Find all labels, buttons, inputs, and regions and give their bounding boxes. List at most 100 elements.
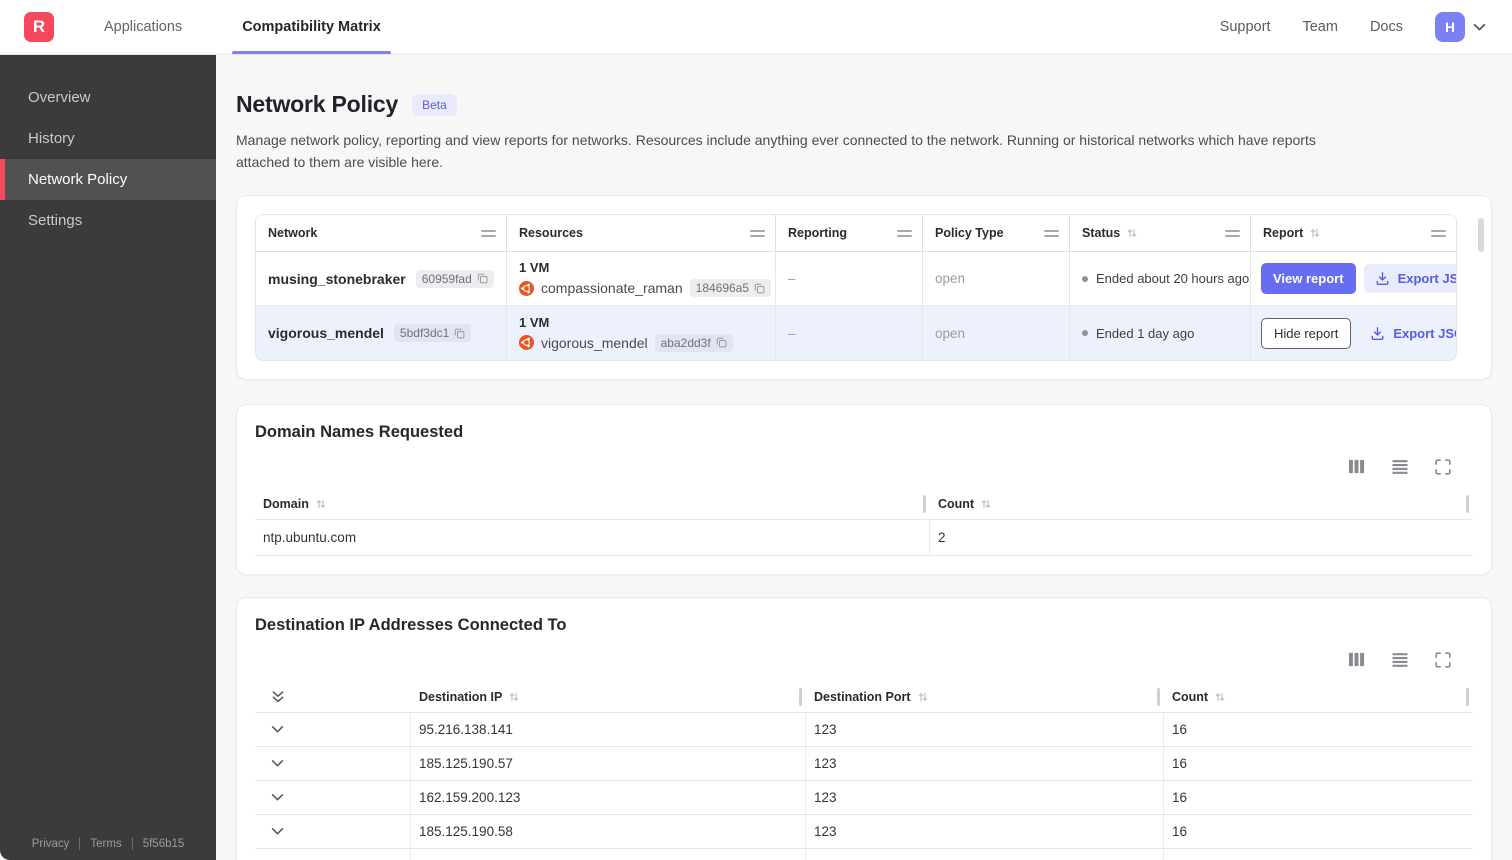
- chevron-down-icon[interactable]: [1473, 23, 1486, 32]
- card-title: Domain Names Requested: [255, 423, 464, 442]
- column-label: Destination IP: [419, 690, 503, 705]
- row-expander[interactable]: [255, 781, 411, 815]
- card-title: Destination IP Addresses Connected To: [255, 616, 567, 635]
- column-label: Destination Port: [814, 690, 911, 705]
- status-text: Ended 1 day ago: [1096, 325, 1195, 341]
- status-cell: Ended 1 day ago: [1070, 306, 1251, 361]
- row-expander[interactable]: [255, 815, 411, 849]
- brand-logo[interactable]: R: [24, 12, 54, 42]
- column-resize-handle[interactable]: [1466, 688, 1469, 707]
- view-report-button[interactable]: View report: [1261, 263, 1356, 295]
- status-dot: [1082, 275, 1088, 282]
- sidebar-item-settings[interactable]: Settings: [0, 200, 216, 241]
- footer-separator: [131, 837, 133, 850]
- count-cell: 16: [1172, 790, 1188, 806]
- download-icon: [1370, 326, 1385, 341]
- sidebar-item-network-policy[interactable]: Network Policy: [0, 159, 216, 200]
- sort-icon[interactable]: [1126, 227, 1138, 239]
- nav-link-team[interactable]: Team: [1302, 19, 1337, 35]
- fullscreen-icon[interactable]: [1435, 459, 1451, 475]
- column-resize-handle[interactable]: [1157, 688, 1160, 707]
- column-label: Resources: [519, 226, 583, 241]
- column-resize-handle[interactable]: [799, 688, 802, 707]
- destinations-card: Destination IP Addresses Connected To De…: [236, 597, 1492, 860]
- navbar-left: R Applications Compatibility Matrix: [0, 0, 391, 54]
- destination-row: 162.159.200.123 123 16: [255, 780, 1473, 815]
- build-id: 5f56b15: [142, 837, 185, 850]
- table-scrollbar[interactable]: [1478, 218, 1484, 253]
- domains-card: Domain Names Requested Domain Count ntp.…: [236, 404, 1492, 576]
- column-header-count[interactable]: Count: [930, 489, 1473, 519]
- rows-icon[interactable]: [1391, 458, 1409, 475]
- destinations-table-header: Destination IP Destination Port Count: [255, 682, 1473, 712]
- column-header-destination-port[interactable]: Destination Port: [806, 682, 1164, 712]
- nav-link-docs[interactable]: Docs: [1370, 19, 1403, 35]
- tab-applications[interactable]: Applications: [94, 0, 192, 54]
- column-resize-handle[interactable]: [1466, 495, 1469, 514]
- privacy-link[interactable]: Privacy: [32, 838, 70, 850]
- hide-report-button[interactable]: Hide report: [1261, 317, 1352, 349]
- page-description: Manage network policy, reporting and vie…: [236, 132, 1316, 170]
- column-drag-handle[interactable]: [750, 229, 765, 237]
- beta-badge: Beta: [412, 93, 457, 116]
- user-menu[interactable]: H: [1435, 12, 1486, 42]
- ubuntu-icon: [519, 335, 534, 351]
- sidebar-item-history[interactable]: History: [0, 118, 216, 159]
- column-drag-handle[interactable]: [1225, 229, 1240, 237]
- copy-icon[interactable]: [754, 283, 765, 294]
- sidebar-nav: Overview History Network Policy Settings: [0, 55, 216, 241]
- download-icon: [1375, 271, 1390, 286]
- resource-id-badge: aba2dd3f: [654, 333, 733, 352]
- column-label: Domain: [263, 497, 309, 512]
- columns-icon[interactable]: [1348, 651, 1365, 668]
- avatar[interactable]: H: [1435, 12, 1465, 42]
- column-drag-handle[interactable]: [1431, 229, 1446, 237]
- column-header-policy-type[interactable]: Policy Type: [923, 215, 1070, 252]
- copy-icon[interactable]: [716, 337, 727, 348]
- count-cell: 16: [1172, 722, 1188, 738]
- column-resize-handle[interactable]: [923, 495, 926, 514]
- column-header-network[interactable]: Network: [256, 215, 507, 252]
- column-header-status[interactable]: Status: [1070, 215, 1251, 252]
- column-header-resources[interactable]: Resources: [507, 215, 776, 252]
- column-header-count[interactable]: Count: [1164, 682, 1473, 712]
- sort-icon[interactable]: [917, 691, 929, 703]
- network-row: musing_stonebraker 60959fad 1 VM compass…: [256, 252, 1456, 307]
- row-expander[interactable]: [255, 713, 411, 747]
- double-chevron-down-icon[interactable]: [271, 690, 285, 704]
- column-drag-handle[interactable]: [897, 229, 912, 237]
- column-header-reporting[interactable]: Reporting: [776, 215, 923, 252]
- column-label: Reporting: [788, 226, 848, 241]
- count-cell: 16: [1172, 756, 1188, 772]
- export-json-button[interactable]: Export JSON: [1363, 264, 1456, 294]
- destination-port-cell: 123: [806, 781, 1164, 815]
- fullscreen-icon[interactable]: [1435, 652, 1451, 668]
- export-json-button[interactable]: Export JSON: [1359, 319, 1456, 348]
- networks-table: Network Resources Reporting Policy Type …: [255, 214, 1457, 362]
- copy-icon[interactable]: [454, 328, 465, 339]
- row-expander[interactable]: [255, 849, 411, 860]
- nav-link-support[interactable]: Support: [1220, 19, 1271, 35]
- column-drag-handle[interactable]: [481, 229, 496, 237]
- sort-icon[interactable]: [508, 691, 520, 703]
- column-header-domain[interactable]: Domain: [255, 489, 930, 519]
- columns-icon[interactable]: [1348, 458, 1365, 475]
- sort-icon[interactable]: [1214, 691, 1226, 703]
- sort-icon[interactable]: [980, 498, 992, 510]
- terms-link[interactable]: Terms: [90, 838, 121, 850]
- resource-name: compassionate_raman: [541, 280, 683, 297]
- sort-icon[interactable]: [315, 498, 327, 510]
- resources-cell: 1 VM vigorous_mendel aba2dd3f: [507, 306, 776, 361]
- column-drag-handle[interactable]: [1044, 229, 1059, 237]
- column-header-destination-ip[interactable]: Destination IP: [411, 682, 806, 712]
- copy-icon[interactable]: [477, 273, 488, 284]
- column-label: Status: [1082, 226, 1121, 241]
- sort-icon[interactable]: [1309, 227, 1321, 239]
- destination-port-cell: 123: [806, 747, 1164, 781]
- tab-compatibility-matrix[interactable]: Compatibility Matrix: [232, 0, 391, 54]
- row-expander[interactable]: [255, 747, 411, 781]
- rows-icon[interactable]: [1391, 651, 1409, 668]
- footer-separator: [79, 837, 81, 850]
- column-header-report[interactable]: Report: [1251, 215, 1456, 251]
- sidebar-item-overview[interactable]: Overview: [0, 77, 216, 118]
